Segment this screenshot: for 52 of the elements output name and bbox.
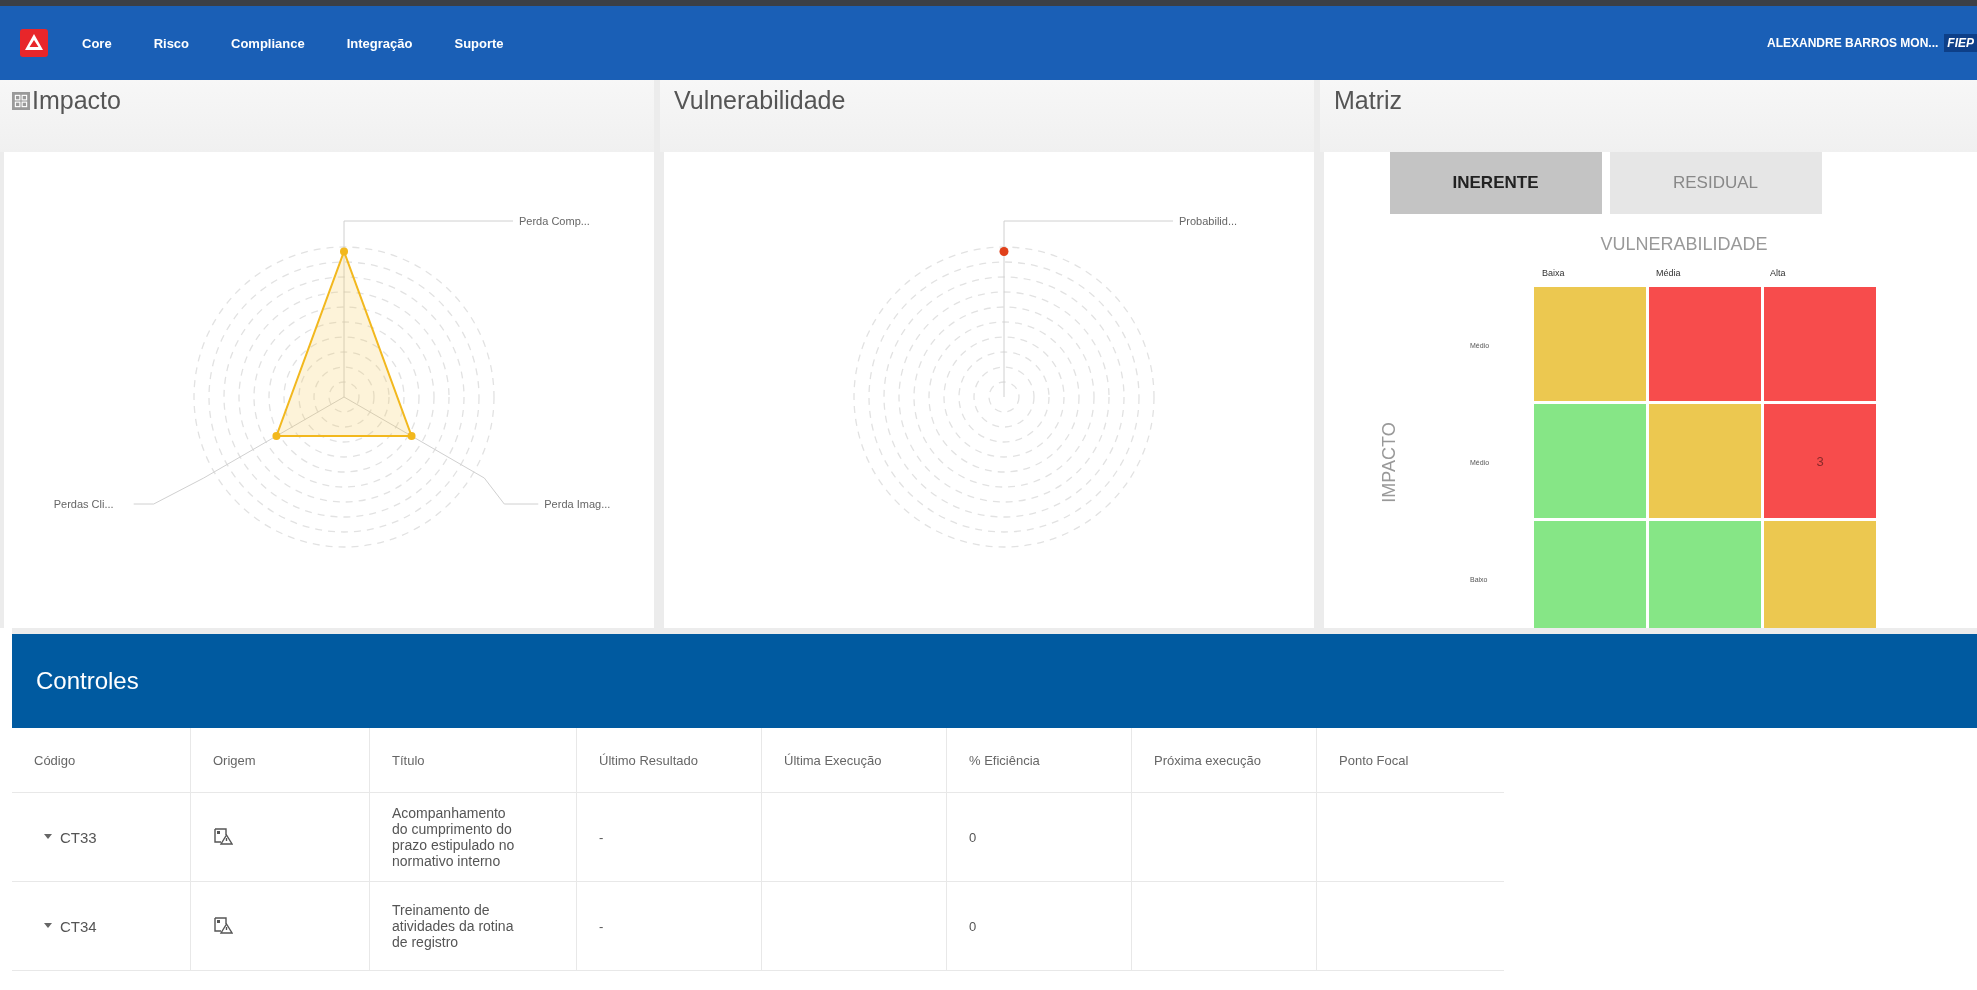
table-cell: CT33 — [60, 828, 97, 846]
caret-icon[interactable] — [44, 923, 52, 930]
table-cell-text: Treinamento de atividades da rotina de registro — [392, 902, 515, 950]
axis-title: IMPACTO — [1378, 422, 1400, 503]
section-title: Controles — [36, 667, 139, 695]
organization-badge: FIEP — [1944, 34, 1977, 52]
column-header[interactable]: % Eficiência — [946, 728, 1132, 793]
axis-label: Perdas Cli... — [53, 498, 114, 510]
axis-title: VULNERABILIDADE — [1599, 234, 1769, 255]
table-cell: 0 — [969, 829, 977, 845]
matrix-cell[interactable] — [1534, 521, 1646, 628]
column-header[interactable]: Código — [12, 728, 191, 793]
table-cell: 0 — [969, 918, 977, 934]
column-header[interactable]: Próxima execução — [1131, 728, 1317, 793]
table-cell: - — [599, 918, 604, 934]
table-cell: - — [599, 829, 604, 845]
column-label: Média — [1655, 268, 1682, 278]
column-header[interactable]: Última Execução — [761, 728, 947, 793]
matrix-cell[interactable] — [1764, 287, 1876, 401]
grid-icon[interactable] — [12, 92, 30, 110]
table-cell: CT34 — [60, 917, 97, 935]
column-label: Alta — [1769, 268, 1787, 278]
column-header[interactable]: Título — [369, 728, 577, 793]
nav-menu-item[interactable]: Risco — [153, 35, 190, 51]
panel-title: Matriz — [1334, 86, 1403, 115]
matrix-cell[interactable] — [1649, 287, 1761, 401]
nav-menu-item[interactable]: Suporte — [454, 35, 504, 51]
user-name[interactable]: ALEXANDRE BARROS MON... — [1767, 36, 1939, 50]
matrix-cell[interactable] — [1764, 521, 1876, 628]
column-header[interactable]: Último Resultado — [576, 728, 762, 793]
logo-icon[interactable] — [20, 29, 48, 57]
tab[interactable]: INERENTE — [1389, 152, 1602, 214]
axis-label: Probabilid... — [1179, 215, 1238, 227]
axis-label: Perda Imag... — [544, 498, 611, 510]
panel-title: Vulnerabilidade — [674, 86, 846, 115]
data-point — [999, 247, 1009, 256]
image-warning-icon — [213, 915, 233, 934]
nav-menu-item[interactable]: Compliance — [231, 35, 305, 51]
panel-title: Impacto — [32, 86, 121, 115]
matrix-cell[interactable] — [1534, 404, 1646, 518]
nav-menu-item[interactable]: Integração — [346, 35, 413, 51]
column-label: Baixa — [1541, 268, 1566, 278]
column-header[interactable]: Ponto Focal — [1316, 728, 1504, 793]
column-header[interactable]: Origem — [190, 728, 370, 793]
table-cell-text: Acompanhamento do cumprimento do prazo estipulado no normativo interno — [392, 805, 516, 869]
matrix-cell[interactable] — [1649, 521, 1761, 628]
axis-label: Perda Comp... — [519, 215, 590, 227]
caret-icon[interactable] — [44, 834, 52, 841]
matrix-cell[interactable] — [1534, 287, 1646, 401]
image-warning-icon — [213, 826, 233, 845]
nav-menu-item[interactable]: Core — [82, 35, 112, 51]
matrix-cell[interactable] — [1649, 404, 1761, 518]
